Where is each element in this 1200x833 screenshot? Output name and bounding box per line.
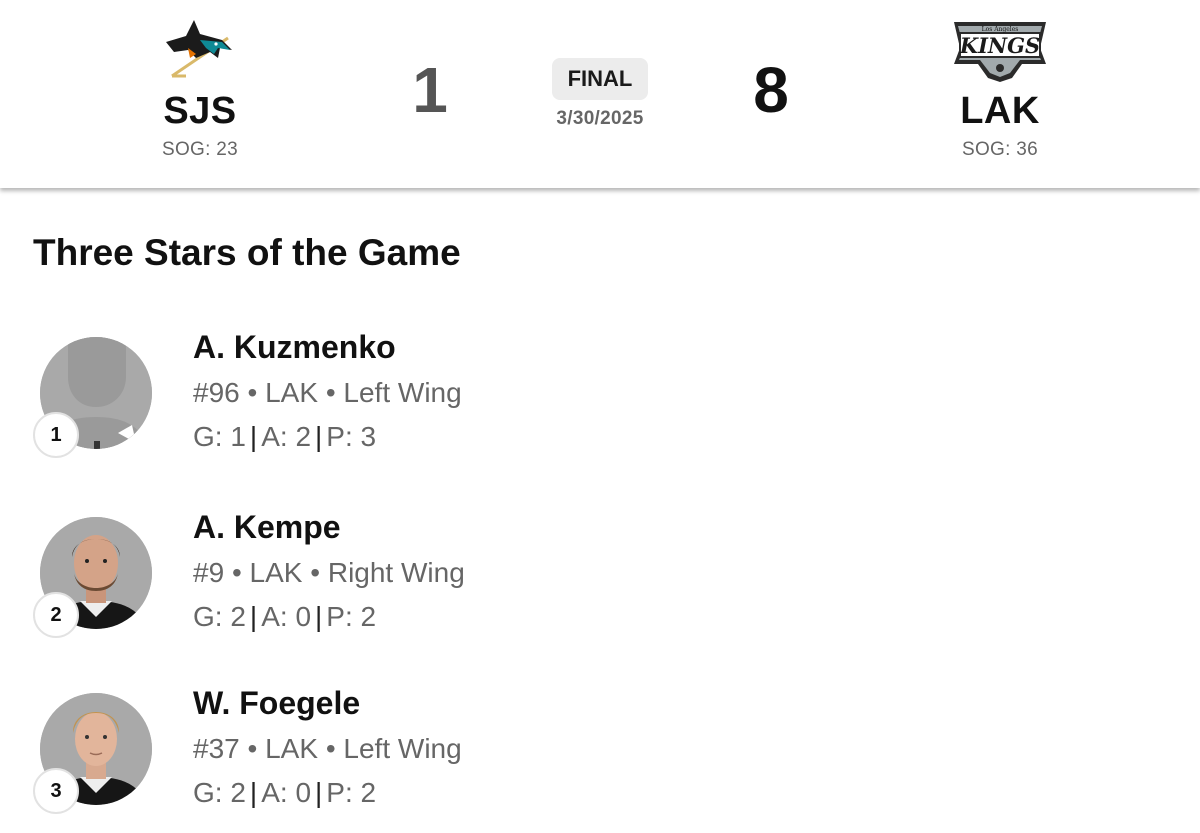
assists-stat: A: 0	[261, 777, 312, 808]
points-stat: P: 3	[326, 421, 377, 452]
star-rank-badge: 1	[33, 412, 79, 458]
home-team[interactable]: Los Angeles KINGS LAK SOG: 36	[920, 12, 1080, 161]
game-status: FINAL 3/30/2025	[540, 58, 660, 130]
home-shots-on-goal: SOG: 36	[961, 139, 1039, 160]
assists-stat: A: 0	[261, 601, 312, 632]
star-row-3[interactable]: 3 W. Foegele #37 • LAK • Left Wing G: 2 |…	[0, 685, 1200, 833]
player-team: LAK	[265, 733, 319, 764]
player-stats: G: 2 | A: 0 | P: 2	[193, 601, 376, 633]
kings-logo: Los Angeles KINGS	[920, 12, 1080, 88]
away-team[interactable]: SJS SOG: 23	[120, 12, 280, 161]
goals-stat: G: 2	[193, 777, 246, 808]
star-rank-badge: 3	[33, 768, 79, 814]
star-rank-badge: 2	[33, 592, 79, 638]
goals-stat: G: 2	[193, 601, 246, 632]
player-team: LAK	[265, 377, 319, 408]
home-team-abbr: LAK	[960, 90, 1040, 132]
player-team: LAK	[249, 557, 303, 588]
player-name[interactable]: A. Kuzmenko	[193, 329, 396, 366]
separator-dot: •	[247, 377, 258, 408]
player-position: Left Wing	[343, 377, 462, 408]
svg-text:Los Angeles: Los Angeles	[982, 26, 1019, 33]
separator-dot: •	[325, 733, 336, 764]
stat-divider: |	[249, 601, 258, 632]
separator-dot: •	[231, 557, 242, 588]
stat-divider: |	[315, 777, 323, 808]
scoreboard-header: SJS SOG: 23 1 FINAL 3/30/2025 8 Los Ange…	[0, 0, 1200, 188]
final-badge: FINAL	[551, 58, 649, 100]
player-position: Left Wing	[343, 733, 462, 764]
player-name[interactable]: W. Foegele	[193, 685, 360, 722]
game-date: 3/30/2025	[556, 108, 644, 129]
points-stat: P: 2	[326, 777, 377, 808]
player-info: #37 • LAK • Left Wing	[193, 733, 462, 765]
star-row-2[interactable]: 2 A. Kempe #9 • LAK • Right Wing G: 2 | A:…	[0, 509, 1200, 657]
home-score: 8	[753, 54, 789, 126]
stat-divider: |	[249, 421, 258, 452]
player-number: #9	[193, 557, 225, 588]
star-row-1[interactable]: 1 A. Kuzmenko #96 • LAK • Left Wing G: 1…	[0, 329, 1200, 477]
separator-dot: •	[325, 377, 336, 408]
away-score: 1	[412, 54, 448, 126]
separator-dot: •	[247, 733, 258, 764]
stat-divider: |	[315, 421, 323, 452]
player-info: #96 • LAK • Left Wing	[193, 377, 462, 409]
three-stars-title: Three Stars of the Game	[33, 232, 461, 273]
goals-stat: G: 1	[193, 421, 246, 452]
svg-text:KINGS: KINGS	[959, 33, 1040, 58]
player-name[interactable]: A. Kempe	[193, 509, 341, 546]
player-number: #37	[193, 733, 240, 764]
player-info: #9 • LAK • Right Wing	[193, 557, 465, 589]
player-stats: G: 1 | A: 2 | P: 3	[193, 421, 376, 453]
player-number: #96	[193, 377, 240, 408]
points-stat: P: 2	[326, 601, 377, 632]
sharks-logo	[120, 12, 280, 88]
stat-divider: |	[315, 601, 323, 632]
away-team-abbr: SJS	[163, 90, 237, 132]
separator-dot: •	[310, 557, 321, 588]
stat-divider: |	[249, 777, 258, 808]
away-shots-on-goal: SOG: 23	[161, 139, 239, 160]
player-position: Right Wing	[327, 557, 465, 588]
assists-stat: A: 2	[261, 421, 312, 452]
player-stats: G: 2 | A: 0 | P: 2	[193, 777, 376, 809]
